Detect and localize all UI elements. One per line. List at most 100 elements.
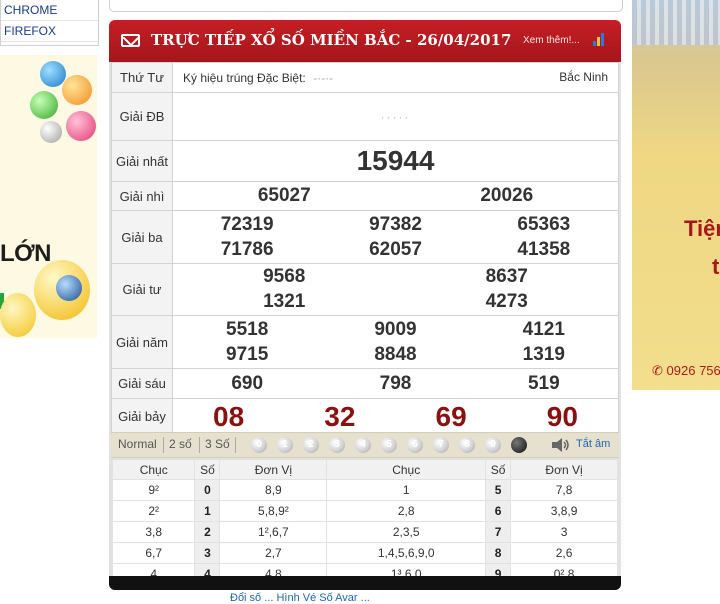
prize-7-value: 32 [324,400,356,432]
prize-3-label: Giải ba [111,210,173,264]
cell: 9² [111,479,196,501]
table-row: 2² 1 5,8,9² 2,8 6 3,8,9 [111,500,618,522]
prize-2-label: Giải nhì [111,181,173,211]
lottery-ad-left[interactable]: LỚN [0,55,97,338]
prize-7-value: 90 [546,400,578,432]
cell: 2² [111,500,196,522]
mode-normal-button[interactable]: Normal [118,437,157,451]
prize-3-value: 65363 [517,213,571,235]
prize-5-value: 9009 [374,318,417,340]
cell: 5,8,9² [219,500,328,522]
prize-4-value: 4273 [485,291,528,312]
day-label: Thứ Tư [111,62,173,93]
cell: 8 [485,542,512,564]
lottery-ball-icon [62,75,92,105]
divider [235,437,236,453]
top-panel-edge [109,0,623,12]
cell: 2,6 [510,542,618,564]
cell: 6,7 [111,542,196,564]
digit-6-button[interactable]: 6 [407,437,423,453]
prize-5-value: 5518 [226,318,269,340]
cell: 1 [326,479,487,501]
prize-2-value: 65027 [257,185,311,206]
prize-3-value: 72319 [220,213,274,235]
cell: 5 [485,479,512,501]
special-code-row: Ký hiệu trúng Đặc Biệt: -·-·- Bắc Ninh [172,62,619,93]
result-header: TRỰC TIẾP XỔ SỐ MIỀN BẮC - 26/04/2017 Xe… [109,20,621,62]
menu-item-chrome[interactable]: CHROME [1,0,98,21]
egg-icon [0,293,36,337]
ad-headline: LỚN [0,240,51,267]
prize-db-value: ····· [172,92,619,141]
mail-icon [121,34,140,47]
digit-2-button[interactable]: 2 [303,437,319,453]
menu-item-firefox[interactable]: FIREFOX [1,21,98,42]
mode-2-digit-button[interactable]: 2 số [169,437,192,451]
col-header: Đơn Vị [510,459,618,480]
table-row: 9² 0 8,9 1 5 7,8 [111,479,618,501]
prize-5-value: 8848 [374,343,417,365]
filter-toolbar: Normal 2 số 3 Số 0 1 2 3 4 5 6 7 8 9 Tắt… [111,432,619,458]
prize-5-value: 1319 [522,343,565,365]
building-image [632,0,720,45]
mute-toggle[interactable]: Tắt âm [576,438,610,450]
digit-1-button[interactable]: 1 [277,437,293,453]
prize-7-value: 69 [435,400,467,432]
digit-3-button[interactable]: 3 [329,437,345,453]
table-row: 6,7 3 2,7 1,4,5,6,9,0 8 2,6 [111,542,618,564]
browser-menu: CHROME FIREFOX [0,0,99,46]
digit-5-button[interactable]: 5 [381,437,397,453]
col-header: Chục [326,459,487,480]
col-header: Chục [111,459,196,480]
digit-4-button[interactable]: 4 [355,437,371,453]
cell: 3 [194,542,221,564]
digit-9-button[interactable]: 9 [485,437,501,453]
digit-7-button[interactable]: 7 [433,437,449,453]
prize-db-label: Giải ĐB [111,92,173,141]
speaker-icon[interactable] [551,438,571,452]
ad-phone-number: 0926 756 [666,363,720,378]
cell: 1²,6,7 [219,521,328,543]
divider [163,437,164,453]
prize-5-value: 4121 [522,318,565,340]
cell: 1 [194,500,221,522]
prize-4-label: Giải tư [111,263,173,316]
cell: 0 [194,479,221,501]
digit-8-button[interactable]: 8 [459,437,475,453]
result-box-footer [109,576,621,590]
signal-bars-icon [593,32,607,46]
mode-3-digit-button[interactable]: 3 Số [205,437,230,451]
prize-3-value: 97382 [369,213,422,235]
lottery-result-box: TRỰC TIẾP XỔ SỐ MIỀN BẮC - 26/04/2017 Xe… [109,20,621,590]
phone-icon: ✆ [652,363,663,378]
lottery-ball-icon [40,61,66,87]
result-title: TRỰC TIẾP XỔ SỐ MIỀN BẮC - 26/04/2017 [151,31,512,49]
prize-3-value: 41358 [517,238,571,260]
special-code-label: Ký hiệu trúng Đặc Biệt: [183,70,306,85]
cell: 2,3,5 [326,521,487,543]
prize-6-value: 798 [379,372,412,394]
digit-0-button[interactable]: 0 [251,437,267,453]
ad-text-2: t [712,254,720,279]
cell: 1,4,5,6,9,0 [326,542,487,564]
ad-text-1: Tiện [684,216,720,241]
lottery-ball-icon [66,111,96,141]
real-estate-ad-right[interactable]: Tiện t ✆ 0926 756 [632,0,720,390]
cell: 2 [194,521,221,543]
prize-6-label: Giải sáu [111,368,173,399]
table-row: 3,8 2 1²,6,7 2,3,5 7 3 [111,521,618,543]
col-header: Số [485,459,512,480]
col-header: Số [194,459,221,480]
prize-1-value: 15944 [356,145,435,176]
prize-3-value: 62057 [369,238,422,260]
prize-3-value: 71786 [220,238,274,260]
loto-table: Chục Số Đơn Vị Chục Số Đơn Vị 9² 0 8,9 1… [111,459,618,585]
bottom-links[interactable]: Đổi số ... Hình Vé Số Avar ... [230,592,370,604]
prize-4-value: 8637 [485,266,528,287]
cell: 3,8,9 [510,500,618,522]
yin-yang-icon[interactable] [511,437,527,453]
divider [199,437,200,453]
prize-7-label: Giải bảy [111,398,173,435]
prize-5-value: 9715 [226,343,269,365]
see-more-link[interactable]: Xem thêm!... [523,35,580,46]
